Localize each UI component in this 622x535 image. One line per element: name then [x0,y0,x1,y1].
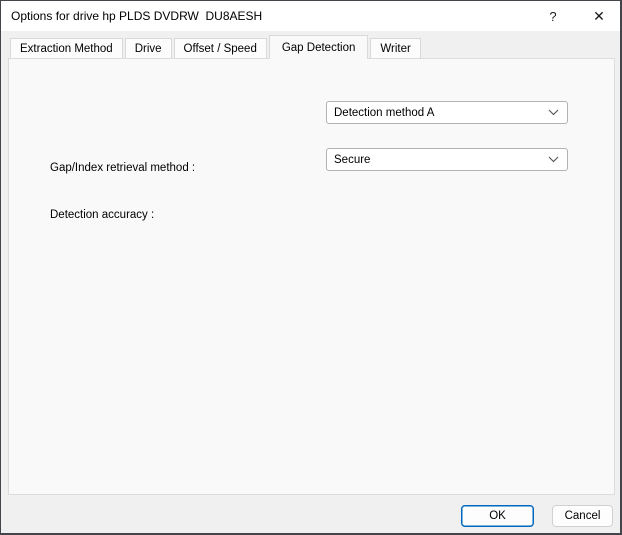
tab-strip: Extraction Method Drive Offset / Speed G… [10,35,423,59]
chevron-down-icon [548,109,559,116]
gap-index-retrieval-method-label: Gap/Index retrieval method : [50,162,196,174]
tab-label: Drive [134,42,162,55]
detection-accuracy-label: Detection accuracy : [50,209,155,221]
close-button[interactable]: ✕ [583,4,615,28]
help-button[interactable]: ? [537,4,569,28]
tab-writer[interactable]: Writer [370,38,421,58]
gap-index-retrieval-method-dropdown[interactable]: Detection method A [326,101,568,124]
window-title: Options for drive hp PLDS DVDRW DU8AESH [11,9,263,23]
close-icon: ✕ [593,7,605,24]
chevron-down-icon [548,156,559,163]
title-bar: Options for drive hp PLDS DVDRW DU8AESH … [1,1,620,31]
tab-gap-detection[interactable]: Gap Detection [268,35,369,59]
options-dialog: Options for drive hp PLDS DVDRW DU8AESH … [0,0,622,535]
tab-label: Extraction Method [20,42,113,55]
tab-label: Offset / Speed [183,42,257,55]
cancel-button[interactable]: Cancel [552,505,613,527]
dropdown-selected-value: Detection method A [334,106,435,119]
ok-button[interactable]: OK [461,505,534,527]
dropdown-selected-value: Secure [334,153,371,166]
detection-accuracy-dropdown[interactable]: Secure [326,148,568,171]
gap-detection-panel: Gap/Index retrieval method : Detection m… [8,58,615,495]
tab-offset-speed[interactable]: Offset / Speed [173,38,267,58]
tab-drive[interactable]: Drive [124,38,172,58]
tab-extraction-method[interactable]: Extraction Method [10,38,123,58]
help-icon: ? [549,8,557,24]
tab-label: Writer [380,42,411,55]
tab-label: Gap Detection [281,41,356,54]
